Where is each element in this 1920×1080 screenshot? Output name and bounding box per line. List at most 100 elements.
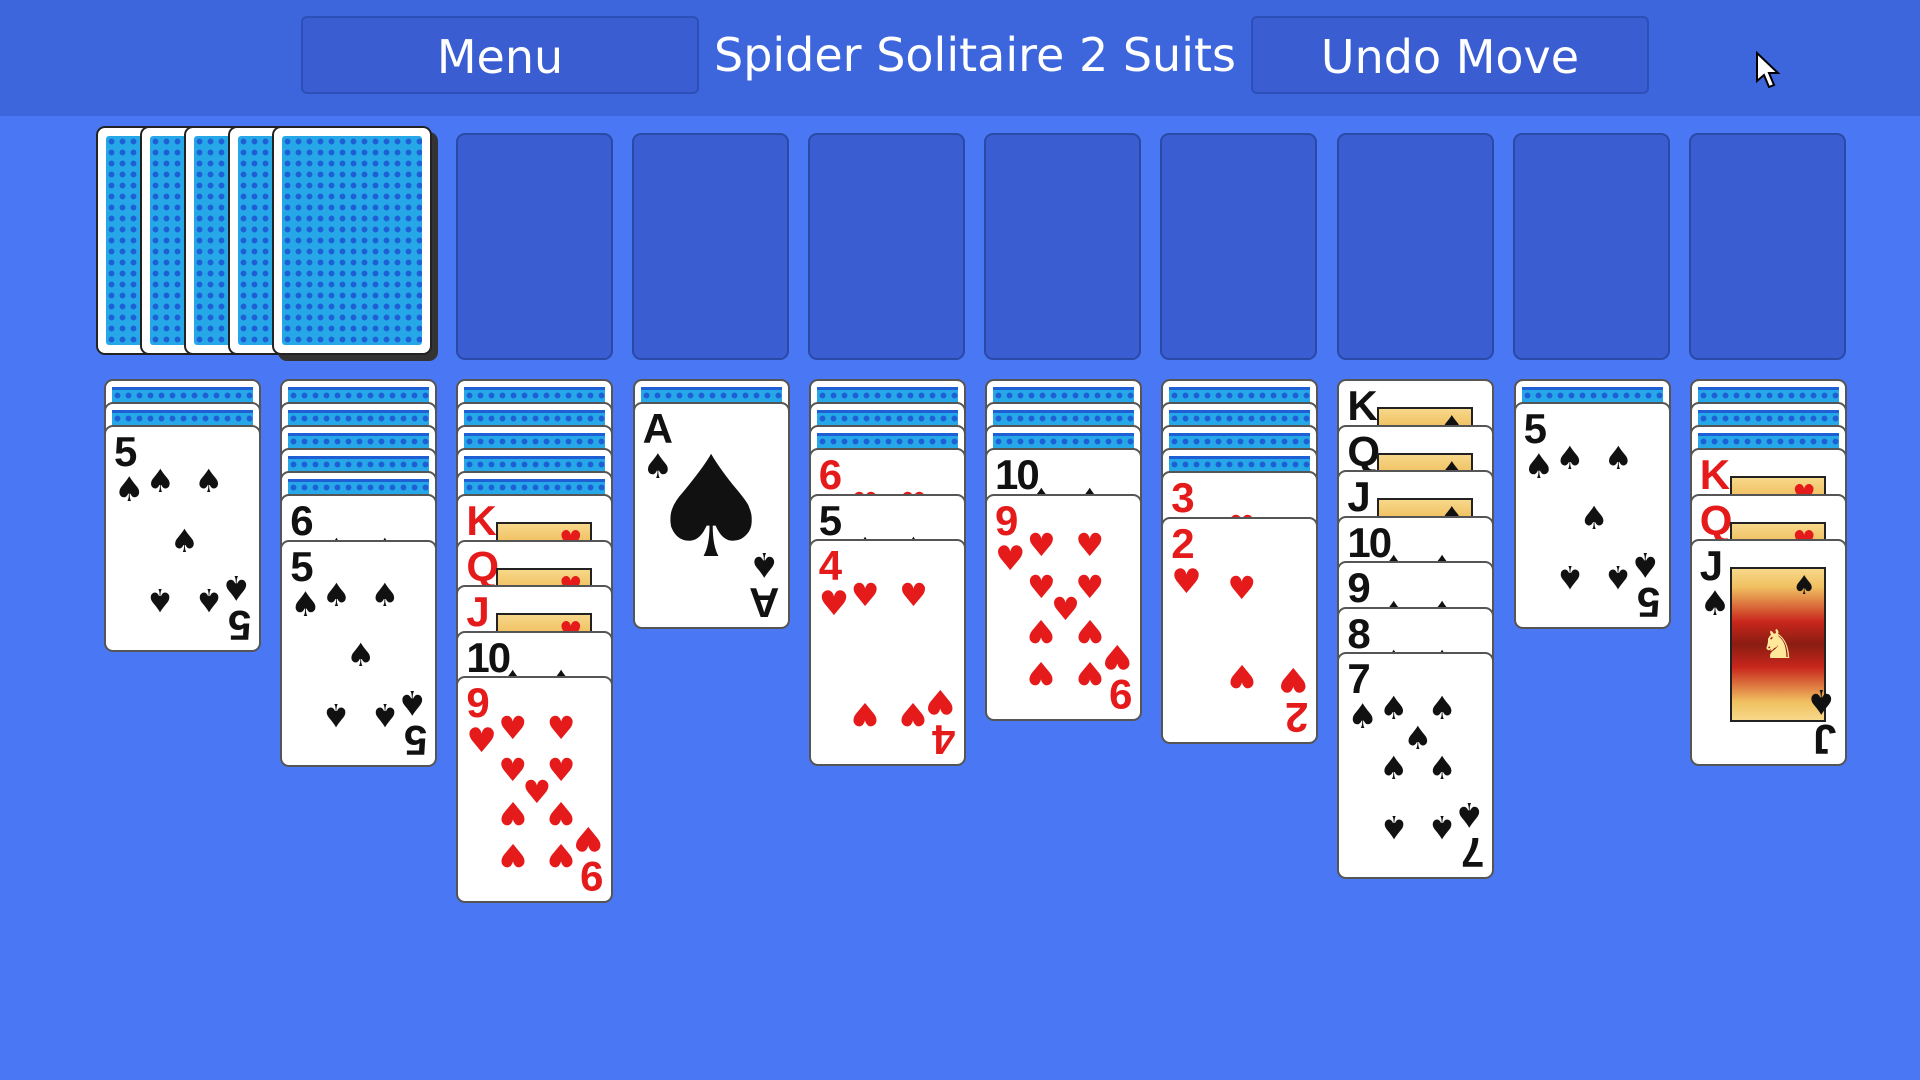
hearts-icon: ♥ [1171, 561, 1202, 602]
spades-icon: ♠ [1555, 558, 1585, 597]
foundation-slot [808, 133, 966, 360]
hearts-icon: ♥ [1277, 658, 1309, 699]
game-title: Spider Solitaire 2 Suits [714, 28, 1236, 82]
card-rank: 9 [1110, 670, 1132, 718]
spades-icon: ♠ [1579, 498, 1609, 537]
spades-icon: ♠ [1379, 748, 1409, 787]
hearts-icon: ♥ [466, 721, 497, 761]
hearts-icon: ♥ [546, 794, 576, 833]
hearts-icon: ♥ [546, 836, 576, 875]
card-9-of-hearts[interactable]: 9 ♥ ♥ ♥ ♥ ♥ ♥ ♥ ♥ ♥ ♥ 9 ♥ [456, 676, 614, 903]
foundation-slot [1336, 133, 1494, 360]
card-7-of-spades[interactable]: 7 ♠ ♠ ♠ ♠ ♠ ♠ ♠ ♠ 7 ♠ [1337, 652, 1495, 879]
card-rank: J [1699, 542, 1723, 589]
card-rank: J [1347, 473, 1370, 520]
mouse-cursor-icon [1756, 51, 1781, 89]
card-rank: 5 [818, 496, 842, 544]
card-rank: 5 [1523, 405, 1547, 452]
spades-icon: ♠ [322, 576, 351, 615]
card-rank: Q [1347, 427, 1380, 475]
card-rank: K [1699, 451, 1730, 498]
card-rank: K [466, 497, 496, 544]
hearts-icon: ♥ [572, 818, 604, 858]
spades-icon: ♠ [194, 581, 224, 620]
foundation-slot [1160, 133, 1318, 360]
spades-icon: ♠ [1630, 544, 1661, 584]
hearts-icon: ♥ [546, 708, 576, 747]
spades-icon: ♠ [322, 695, 351, 734]
card-4-of-hearts[interactable]: 4 ♥ ♥ ♥ ♥ ♥ 4 ♥ [808, 539, 966, 766]
card-rank: K [1347, 382, 1377, 429]
foundation-slot [456, 133, 613, 360]
spades-icon: ♠ [1453, 794, 1485, 834]
spades-icon: ♠ [1699, 584, 1731, 624]
top-bar: Menu Spider Solitaire 2 Suits Undo Move [0, 0, 1920, 116]
hearts-icon: ♥ [1075, 526, 1105, 565]
spades-icon: ♠ [1427, 748, 1457, 787]
foundation-slot [1688, 133, 1846, 360]
card-back-pattern [282, 136, 422, 345]
hearts-icon: ♥ [498, 836, 528, 875]
hearts-icon: ♥ [1026, 526, 1056, 565]
spades-icon: ♠ [1792, 571, 1816, 601]
card-rank: 5 [229, 602, 251, 649]
crown-icon: ♞ [1759, 621, 1796, 668]
card-rank: J [466, 588, 489, 635]
card-rank: 5 [405, 716, 428, 764]
card-rank: 7 [1463, 829, 1485, 876]
card-2-of-hearts[interactable]: 2 ♥ ♥ ♥ 2 ♥ [1161, 516, 1319, 744]
hearts-icon: ♥ [899, 575, 928, 614]
hearts-icon: ♥ [925, 681, 956, 721]
hearts-icon: ♥ [995, 538, 1026, 579]
card-rank: 2 [1286, 693, 1309, 741]
foundation-slot [984, 133, 1142, 360]
undo-move-button[interactable]: Undo Move [1251, 16, 1649, 94]
hearts-icon: ♥ [1227, 569, 1257, 608]
spades-icon: ♠ [194, 461, 224, 500]
spades-icon: ♠ [145, 461, 175, 500]
spades-icon: ♠ [1806, 681, 1837, 721]
card-rank: 9 [995, 496, 1018, 544]
stock-pile-card[interactable] [272, 126, 432, 355]
spades-icon: ♠ [290, 584, 321, 625]
card-rank: 9 [1347, 564, 1370, 611]
spades-icon: ♠ [114, 470, 145, 510]
card-rank: 9 [466, 679, 489, 726]
card-5-of-spades[interactable]: 5 ♠ ♠ ♠ ♠ ♠ ♠ 5 ♠ [1513, 402, 1671, 629]
card-rank: 7 [1347, 655, 1370, 702]
card-rank: 5 [114, 428, 137, 475]
card-9-of-hearts[interactable]: 9 ♥ ♥ ♥ ♥ ♥ ♥ ♥ ♥ ♥ ♥ 9 ♥ [985, 493, 1142, 721]
hearts-icon: ♥ [850, 575, 880, 614]
spades-icon: ♠ [370, 576, 400, 615]
hearts-icon: ♥ [1075, 611, 1105, 650]
card-rank: 5 [1639, 579, 1661, 626]
card-rank: 6 [290, 497, 313, 544]
menu-button[interactable]: Menu [301, 16, 699, 94]
spades-icon: ♠ [749, 544, 780, 584]
card-rank: A [751, 579, 780, 626]
card-rank: 5 [290, 542, 313, 590]
spades-icon: ♠ [1555, 438, 1585, 477]
spades-icon: ♠ [1347, 697, 1378, 737]
spades-icon: ♠ [145, 581, 175, 620]
spades-icon: ♠ [346, 636, 376, 674]
foundation-slot [632, 133, 790, 360]
card-rank: 6 [818, 451, 842, 498]
spades-icon: ♠ [370, 695, 400, 734]
hearts-icon: ♥ [1227, 656, 1257, 695]
card-jack-of-spades[interactable]: J ♞ ♠ ♠ J ♠ [1689, 539, 1847, 766]
spades-icon: ♠ [170, 521, 199, 560]
card-rank: 2 [1171, 519, 1194, 567]
card-ace-of-spades[interactable]: A ♠ ♠ A ♠ [632, 402, 790, 629]
hearts-icon: ♥ [1101, 635, 1132, 676]
hearts-icon: ♥ [1026, 611, 1056, 650]
spades-icon: ♠ [1603, 438, 1633, 477]
spades-icon: ♠ [1603, 558, 1633, 597]
hearts-icon: ♥ [899, 695, 928, 734]
card-5-of-spades[interactable]: 5 ♠ ♠ ♠ ♠ ♠ ♠ 5 ♠ [280, 539, 438, 767]
card-rank: 9 [582, 853, 604, 900]
card-5-of-spades[interactable]: 5 ♠ ♠ ♠ ♠ ♠ ♠ 5 ♠ [104, 425, 261, 652]
hearts-icon: ♥ [1075, 653, 1105, 692]
spades-icon: ♠ [396, 681, 428, 722]
card-rank: 8 [1347, 609, 1370, 657]
